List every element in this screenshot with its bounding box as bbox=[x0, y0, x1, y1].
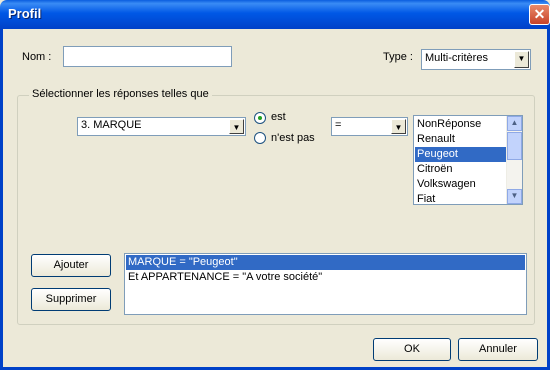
chevron-down-icon[interactable]: ▼ bbox=[229, 119, 244, 134]
operator-select-value: = bbox=[335, 119, 342, 131]
question-select-value: 3. MARQUE bbox=[81, 119, 142, 131]
scroll-down-icon[interactable]: ▼ bbox=[507, 189, 522, 204]
scroll-up-icon[interactable]: ▲ bbox=[507, 116, 522, 131]
question-select[interactable]: 3. MARQUE ▼ bbox=[77, 117, 246, 136]
chevron-down-icon[interactable]: ▼ bbox=[391, 119, 406, 134]
operator-select[interactable]: = ▼ bbox=[331, 117, 408, 136]
scroll-thumb[interactable] bbox=[507, 132, 522, 160]
radio-est-label: est bbox=[271, 111, 286, 123]
list-item[interactable]: Citroën bbox=[415, 162, 506, 177]
radio-nest-pas-label: n'est pas bbox=[271, 132, 315, 144]
selection-group-title: Sélectionner les réponses telles que bbox=[29, 88, 212, 100]
ok-button[interactable]: OK bbox=[373, 338, 451, 361]
annuler-button[interactable]: Annuler bbox=[458, 338, 538, 361]
criteria-list: MARQUE = "Peugeot" Et APPARTENANCE = "A v… bbox=[126, 255, 525, 285]
criteria-listbox[interactable]: MARQUE = "Peugeot" Et APPARTENANCE = "A v… bbox=[124, 253, 527, 315]
radio-est[interactable] bbox=[254, 112, 266, 124]
list-item[interactable]: Volkswagen bbox=[415, 177, 506, 192]
nom-input[interactable] bbox=[63, 46, 232, 67]
list-item[interactable]: Peugeot bbox=[415, 147, 506, 162]
answers-list: NonRéponse Renault Peugeot Citroën Volkswage… bbox=[415, 117, 506, 204]
chevron-down-icon[interactable]: ▼ bbox=[514, 51, 529, 68]
type-select-value: Multi-critères bbox=[425, 52, 488, 64]
radio-nest-pas[interactable] bbox=[254, 132, 266, 144]
list-item[interactable]: Renault bbox=[415, 132, 506, 147]
close-icon[interactable]: ✕ bbox=[529, 4, 550, 25]
answers-listbox[interactable]: NonRéponse Renault Peugeot Citroën Volkswage… bbox=[413, 115, 523, 205]
type-select[interactable]: Multi-critères ▼ bbox=[421, 49, 531, 70]
nom-label: Nom : bbox=[22, 51, 52, 63]
list-item[interactable]: MARQUE = "Peugeot" bbox=[126, 255, 525, 270]
ajouter-button[interactable]: Ajouter bbox=[31, 254, 111, 277]
type-label: Type : bbox=[383, 51, 413, 63]
title-bar[interactable]: Profil ✕ bbox=[0, 0, 550, 29]
list-item[interactable]: NonRéponse bbox=[415, 117, 506, 132]
supprimer-button[interactable]: Supprimer bbox=[31, 288, 111, 311]
list-item[interactable]: Fiat bbox=[415, 192, 506, 204]
window-title: Profil bbox=[8, 6, 42, 21]
answers-scrollbar[interactable]: ▲ ▼ bbox=[506, 116, 522, 204]
list-item[interactable]: Et APPARTENANCE = "A votre société" bbox=[126, 270, 525, 285]
